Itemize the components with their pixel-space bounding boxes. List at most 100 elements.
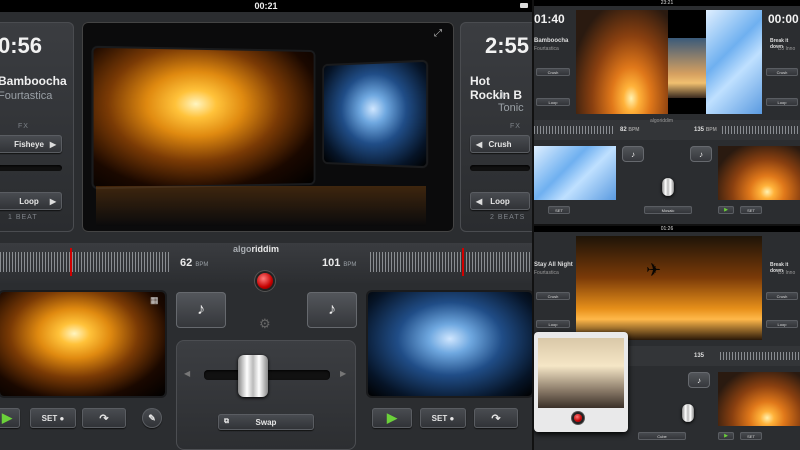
popup-record-button[interactable]: [574, 414, 582, 422]
right-beat-label: 2 BEATS: [490, 214, 526, 221]
left-fx-button[interactable]: Crush: [536, 68, 570, 76]
left-bpm: 82 BPM: [620, 127, 640, 133]
right-play-button[interactable]: ▶: [372, 408, 412, 428]
right-loop-button[interactable]: Loop: [766, 320, 798, 328]
left-loop-arrow-button[interactable]: ↷: [82, 408, 126, 428]
left-deck-video[interactable]: [534, 146, 616, 200]
swap-icon: ⧉: [224, 418, 229, 425]
play-icon: ▶: [387, 410, 397, 425]
right-set-button[interactable]: SET ●: [420, 408, 466, 428]
main-screenshot: 00:21 0:56 Bamboocha Fourtastica FX Fish…: [0, 0, 532, 450]
right-set-button[interactable]: SET: [740, 432, 762, 440]
left-beat-label: 1 BEAT: [8, 214, 38, 221]
status-time: 23:21: [660, 0, 674, 6]
right-loop-label: Loop: [490, 196, 510, 206]
left-fx-name: Crush: [547, 293, 559, 299]
right-deck-time: 2:55: [485, 33, 530, 58]
algoriddim-logo: algoriddim: [233, 244, 280, 254]
left-fx-button[interactable]: Fisheye ▶: [0, 135, 62, 153]
right-fx-button[interactable]: Crush: [766, 292, 798, 300]
right-fx-button[interactable]: Crush: [766, 68, 798, 76]
right-loop-arrow-button[interactable]: ↷: [474, 408, 518, 428]
status-bar: 00:21: [0, 0, 532, 12]
right-deck-artist: DJ Inno: [778, 270, 796, 276]
music-library-icon: ♪: [328, 301, 336, 318]
left-fx-label: FX: [18, 123, 29, 130]
left-arrow-icon: ◀: [476, 196, 483, 206]
cube-screenshot: 01:26 Stay All Night Fourtastica Crush L…: [534, 226, 800, 450]
right-waveform[interactable]: [370, 252, 532, 272]
right-deck-video[interactable]: [718, 372, 800, 426]
right-deck-video[interactable]: [368, 292, 532, 396]
crossfader-knob[interactable]: [682, 404, 694, 422]
set-label: SET: [431, 413, 448, 423]
left-deck-time: 0:56: [0, 33, 43, 58]
left-music-library-button[interactable]: ♪: [622, 146, 644, 162]
left-deck-video[interactable]: [0, 292, 165, 396]
right-deck-video[interactable]: [718, 146, 800, 200]
left-scratch-button[interactable]: ✎: [142, 408, 162, 428]
right-fx-name: Crush: [776, 293, 788, 299]
left-deck-artist: Fourtastica: [534, 46, 559, 52]
expand-icon[interactable]: ⤢: [434, 28, 442, 39]
status-time: 00:21: [254, 1, 278, 11]
left-loop-button[interactable]: Loop ▶: [0, 192, 62, 210]
music-library-icon: ♪: [631, 149, 635, 159]
right-play-button[interactable]: ▶: [718, 432, 734, 440]
left-fx-slider[interactable]: [0, 165, 62, 171]
mosaic-tile-sky: [668, 38, 706, 98]
mosaic-video[interactable]: [576, 10, 762, 114]
right-fx-name: Crush: [488, 139, 512, 149]
right-set-button[interactable]: SET: [740, 206, 762, 214]
music-library-icon: ♪: [697, 375, 701, 385]
left-waveform[interactable]: [534, 126, 614, 134]
right-fx-slider[interactable]: [470, 165, 530, 171]
left-fx-button[interactable]: Crush: [536, 292, 570, 300]
right-waveform[interactable]: [720, 352, 800, 360]
play-arrow-icon: ▶: [49, 139, 56, 149]
left-deck-time: 01:40: [534, 12, 565, 26]
right-loop-button[interactable]: Loop: [766, 98, 798, 106]
right-fx-button[interactable]: ◀ Crush: [470, 135, 530, 153]
left-loop-button[interactable]: Loop: [536, 98, 570, 106]
right-music-library-button[interactable]: ♪: [690, 146, 712, 162]
right-fx-name: Crush: [776, 69, 788, 75]
left-fx-name: Fisheye: [14, 139, 44, 149]
algoriddim-logo: algoriddim: [650, 118, 674, 124]
set-label: SET: [41, 413, 58, 423]
crossfader-knob[interactable]: [662, 178, 674, 196]
record-button[interactable]: [257, 273, 273, 289]
mosaic-mode-button[interactable]: Mosaic: [644, 206, 692, 214]
left-music-library-button[interactable]: ♪: [176, 292, 226, 328]
cue-dot-icon: ●: [59, 413, 65, 423]
crossfader-right-arrow-icon: ▶: [340, 369, 347, 378]
crossfader-knob[interactable]: [238, 355, 268, 397]
left-loop-label: Loop: [19, 196, 39, 206]
left-play-button[interactable]: ▶: [0, 408, 20, 428]
right-music-library-button[interactable]: ♪: [688, 372, 710, 388]
right-bpm: 101 BPM: [322, 257, 357, 269]
main-video-skateboarder[interactable]: [576, 236, 762, 340]
popup-video-skaters: [538, 338, 624, 408]
left-deck-artist: Fourtastica: [0, 90, 53, 102]
right-deck-artist: DJ Inno: [778, 46, 796, 52]
left-set-button[interactable]: SET ●: [30, 408, 76, 428]
cube-mode-button[interactable]: Cube: [638, 432, 686, 440]
settings-gear-icon[interactable]: ⚙: [259, 316, 271, 332]
redo-arrow-icon: ↷: [99, 412, 109, 425]
skateboarder-silhouette: ✈: [646, 260, 662, 280]
right-fx-label: FX: [510, 123, 521, 130]
main-video-girl[interactable]: [324, 61, 427, 167]
right-loop-button[interactable]: ◀ Loop: [470, 192, 530, 210]
right-play-button[interactable]: ▶: [718, 206, 734, 214]
right-music-library-button[interactable]: ♪: [307, 292, 357, 328]
main-video-concert[interactable]: [93, 47, 314, 188]
left-waveform[interactable]: [0, 252, 170, 272]
left-fx-name: Crush: [547, 69, 559, 75]
video-popup[interactable]: [534, 332, 628, 432]
left-loop-button[interactable]: Loop: [536, 320, 570, 328]
swap-button[interactable]: ⧉ Swap: [218, 414, 314, 430]
right-waveform[interactable]: [722, 126, 800, 134]
left-set-button[interactable]: SET: [548, 206, 570, 214]
redo-arrow-icon: ↷: [491, 412, 501, 425]
